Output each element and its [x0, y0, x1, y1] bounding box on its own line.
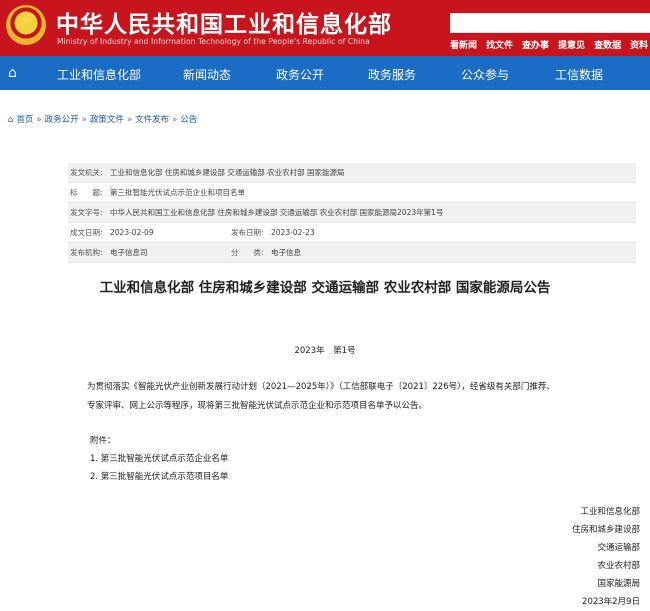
breadcrumb-release[interactable]: 文件发布: [135, 115, 169, 125]
attachment-link[interactable]: 1. 第三批智能光伏试点示范企业名单: [90, 450, 228, 468]
nav-item-data[interactable]: 工信数据: [555, 66, 603, 83]
top-link-files[interactable]: 找文件: [486, 41, 513, 51]
breadcrumb-notice[interactable]: 公告: [180, 115, 197, 125]
meta-created: 2023-02-09: [110, 228, 154, 237]
breadcrumb: ⌂ 首页» 政务公开» 政策文件» 文件发布» 公告: [8, 115, 198, 125]
national-emblem-icon: ★: [6, 5, 46, 45]
meta-row-doc-no: 发文字号: 中华人民共和国工业和信息化部 住房和城乡建设部 交通运输部 农业农村…: [68, 203, 636, 223]
top-link-news[interactable]: 看新闻: [450, 41, 477, 51]
breadcrumb-home[interactable]: 首页: [16, 115, 33, 125]
home-icon: ⌂: [8, 115, 14, 125]
signer: 工业和信息化部: [580, 507, 640, 517]
meta-category: 电子信息: [271, 248, 301, 257]
meta-doc-no: 中华人民共和国工业和信息化部 住房和城乡建设部 交通运输部 农业农村部 国家能源…: [110, 208, 444, 217]
attachments-label: 附件：: [90, 436, 116, 446]
breadcrumb-gov-affairs[interactable]: 政务公开: [45, 115, 79, 125]
top-link-services[interactable]: 查办事: [522, 41, 549, 51]
nav-item-news[interactable]: 新闻动态: [183, 66, 231, 83]
site-subtitle: Ministry of Industry and Information Tec…: [57, 37, 370, 46]
nav-item-gov-affairs[interactable]: 政务公开: [276, 66, 324, 83]
meta-row-agency: 发布机构: 电子信息司 分 类: 电子信息: [68, 243, 636, 263]
home-icon[interactable]: ⌂: [8, 65, 17, 81]
signer: 住房和城乡建设部: [571, 525, 640, 535]
meta-subject: 第三批智能光伏试点示范企业和项目名单: [110, 188, 245, 197]
document-number: 2023年 第1号: [294, 346, 356, 356]
attachment-link[interactable]: 2. 第三批智能光伏试点示范项目名单: [90, 468, 228, 486]
meta-row-dates: 成文日期: 2023-02-09 发布日期: 2023-02-23: [68, 223, 636, 243]
document-meta-table: 发文机关: 工业和信息化部 住房和城乡建设部 交通运输部 农业农村部 国家能源局…: [68, 163, 636, 263]
signer: 农业农村部: [597, 561, 640, 571]
meta-issuer: 工业和信息化部 住房和城乡建设部 交通运输部 农业农村部 国家能源局: [110, 168, 345, 177]
meta-agency: 电子信息司: [110, 248, 148, 257]
nav-item-gov-services[interactable]: 政务服务: [368, 66, 416, 83]
signatories: 工业和信息化部 住房和城乡建设部 交通运输部 农业农村部 国家能源局 2023年…: [520, 503, 640, 611]
signer: 交通运输部: [597, 543, 640, 553]
top-link-feedback[interactable]: 提意见: [558, 41, 585, 51]
document-body: 为贯彻落实《智能光伏产业创新发展行动计划（2021—2025年）》（工信部联电子…: [87, 382, 555, 411]
top-link-data[interactable]: 查数据: [594, 41, 621, 51]
nav-item-miit[interactable]: 工业和信息化部: [57, 66, 141, 83]
signer: 国家能源局: [597, 579, 640, 589]
main-nav: ⌂ 工业和信息化部 新闻动态 政务公开 政务服务 公众参与 工信数据: [0, 56, 650, 90]
breadcrumb-policy[interactable]: 政策文件: [90, 115, 124, 125]
attachments: 附件： 1. 第三批智能光伏试点示范企业名单 2. 第三批智能光伏试点示范项目名…: [90, 432, 228, 486]
top-links: 看新闻 找文件 查办事 提意见 查数据 资料: [450, 38, 650, 51]
search-input[interactable]: [450, 13, 650, 33]
meta-row-subject: 标 题: 第三批智能光伏试点示范企业和项目名单: [68, 183, 636, 203]
meta-published: 2023-02-23: [271, 228, 315, 237]
site-header: ★ 中华人民共和国工业和信息化部 Ministry of Industry an…: [0, 0, 650, 56]
top-link-materials[interactable]: 资料: [630, 41, 648, 51]
meta-row-issuer: 发文机关: 工业和信息化部 住房和城乡建设部 交通运输部 农业农村部 国家能源局: [68, 163, 636, 183]
signing-date: 2023年2月9日: [582, 597, 640, 607]
nav-item-public[interactable]: 公众参与: [461, 66, 509, 83]
document-title: 工业和信息化部 住房和城乡建设部 交通运输部 农业农村部 国家能源局公告: [99, 280, 551, 296]
site-title[interactable]: 中华人民共和国工业和信息化部: [56, 5, 392, 39]
